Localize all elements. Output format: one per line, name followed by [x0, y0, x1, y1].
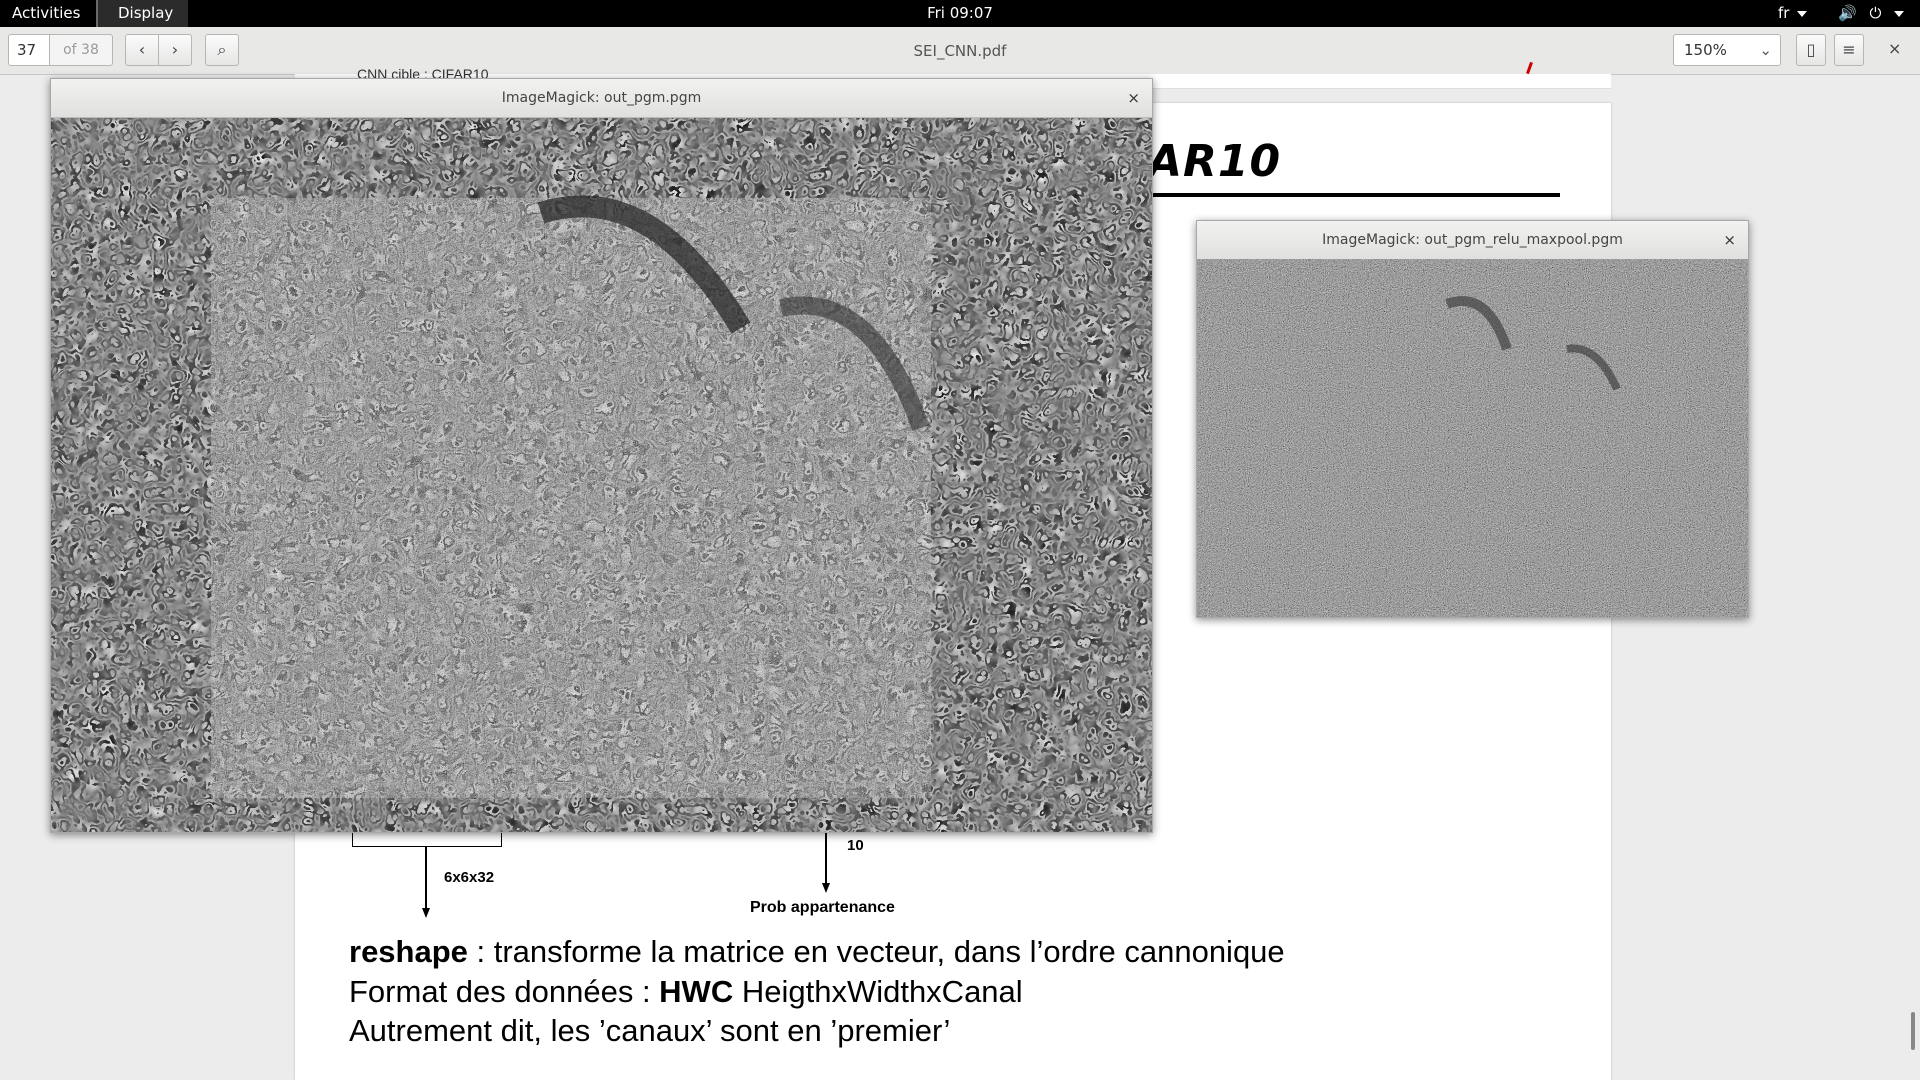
window-titlebar[interactable]: ImageMagick: out_pgm_relu_maxpool.pgm ×	[1197, 221, 1748, 260]
close-button[interactable]: ×	[1888, 39, 1901, 58]
body-line-2-text: HeigthxWidthxCanal	[733, 974, 1023, 1009]
thumbnail-icon: ▯	[1806, 40, 1816, 59]
display-menu-label: Display	[118, 4, 174, 22]
close-icon: ×	[1888, 39, 1902, 58]
window-close-button[interactable]: ×	[1723, 221, 1736, 259]
chevron-down-icon: ⌄	[1759, 41, 1772, 59]
arrow-head-icon	[422, 908, 430, 918]
feature-map-image	[51, 118, 1152, 832]
body-line-2: Format des données : HWC HeigthxWidthxCa…	[349, 974, 1023, 1010]
document-toolbar: 37 of 38 ‹ › ⌕ SEI_CNN.pdf 150% ⌄ ▯ ≡ ×	[0, 27, 1920, 75]
noise-image	[1197, 259, 1748, 617]
page-count-label: of 38	[49, 34, 113, 66]
imagemagick-window-main[interactable]: ImageMagick: out_pgm.pgm ×	[50, 78, 1153, 833]
activities-button[interactable]: Activities	[12, 0, 80, 27]
previous-page-button[interactable]: ‹	[125, 34, 159, 66]
imagemagick-window-maxpool[interactable]: ImageMagick: out_pgm_relu_maxpool.pgm ×	[1196, 220, 1749, 618]
next-page-button[interactable]: ›	[158, 34, 192, 66]
window-titlebar[interactable]: ImageMagick: out_pgm.pgm ×	[51, 79, 1152, 118]
body-line-3: Autrement dit, les ’canaux’ sont en ’pre…	[349, 1013, 951, 1048]
window-title: ImageMagick: out_pgm.pgm	[501, 90, 702, 106]
body-line-2-start: Format des données :	[349, 974, 660, 1009]
window-close-button[interactable]: ×	[1127, 79, 1140, 117]
page-number-input[interactable]: 37	[8, 34, 50, 66]
document-title: SEI_CNN.pdf	[913, 42, 1007, 60]
arrow-line	[425, 846, 427, 908]
shape-label: 6x6x32	[444, 869, 495, 886]
menu-button[interactable]: ≡	[1834, 34, 1864, 66]
next-page-icon: ›	[171, 40, 179, 59]
window-title: ImageMagick: out_pgm_relu_maxpool.pgm	[1322, 232, 1623, 248]
output-count-label: 10	[847, 837, 864, 854]
hamburger-menu-icon: ≡	[1842, 40, 1856, 59]
output-label: Prob appartenance	[750, 899, 895, 916]
search-icon: ⌕	[217, 40, 227, 59]
zoom-select[interactable]: 150% ⌄	[1673, 34, 1781, 66]
search-button[interactable]: ⌕	[205, 34, 239, 66]
chevron-down-icon	[1797, 10, 1808, 17]
title-underline	[1140, 193, 1560, 197]
display-app-menu[interactable]: Display	[96, 0, 188, 44]
keyword-reshape: reshape	[349, 934, 468, 969]
feature-map-image	[1197, 259, 1748, 617]
language-menu[interactable]: fr	[1778, 0, 1808, 27]
top-bar: Activities Display Fri 09:07 fr 🔊 ⏻	[0, 0, 1920, 44]
body-line-1-text: : transforme la matrice en vecteur, dans…	[467, 934, 1285, 969]
body-line-1: reshape : transforme la matrice en vecte…	[349, 934, 1285, 970]
noise-image	[51, 118, 1152, 832]
system-menu[interactable]: 🔊 ⏻	[1838, 0, 1905, 27]
slide-title: AR10	[1148, 136, 1282, 187]
arrow-line	[825, 831, 827, 883]
power-icon: ⏻	[1869, 4, 1882, 22]
language-label: fr	[1778, 4, 1790, 22]
zoom-value: 150%	[1684, 41, 1727, 59]
clock[interactable]: Fri 09:07	[0, 0, 1920, 27]
arrow-head-icon	[822, 883, 830, 893]
scrollbar[interactable]	[1911, 1012, 1915, 1050]
prev-page-icon: ‹	[138, 40, 146, 59]
keyword-hwc: HWC	[659, 974, 734, 1009]
chevron-down-icon	[1894, 10, 1905, 17]
thumbnail-button[interactable]: ▯	[1796, 34, 1826, 66]
volume-icon: 🔊	[1838, 4, 1857, 22]
